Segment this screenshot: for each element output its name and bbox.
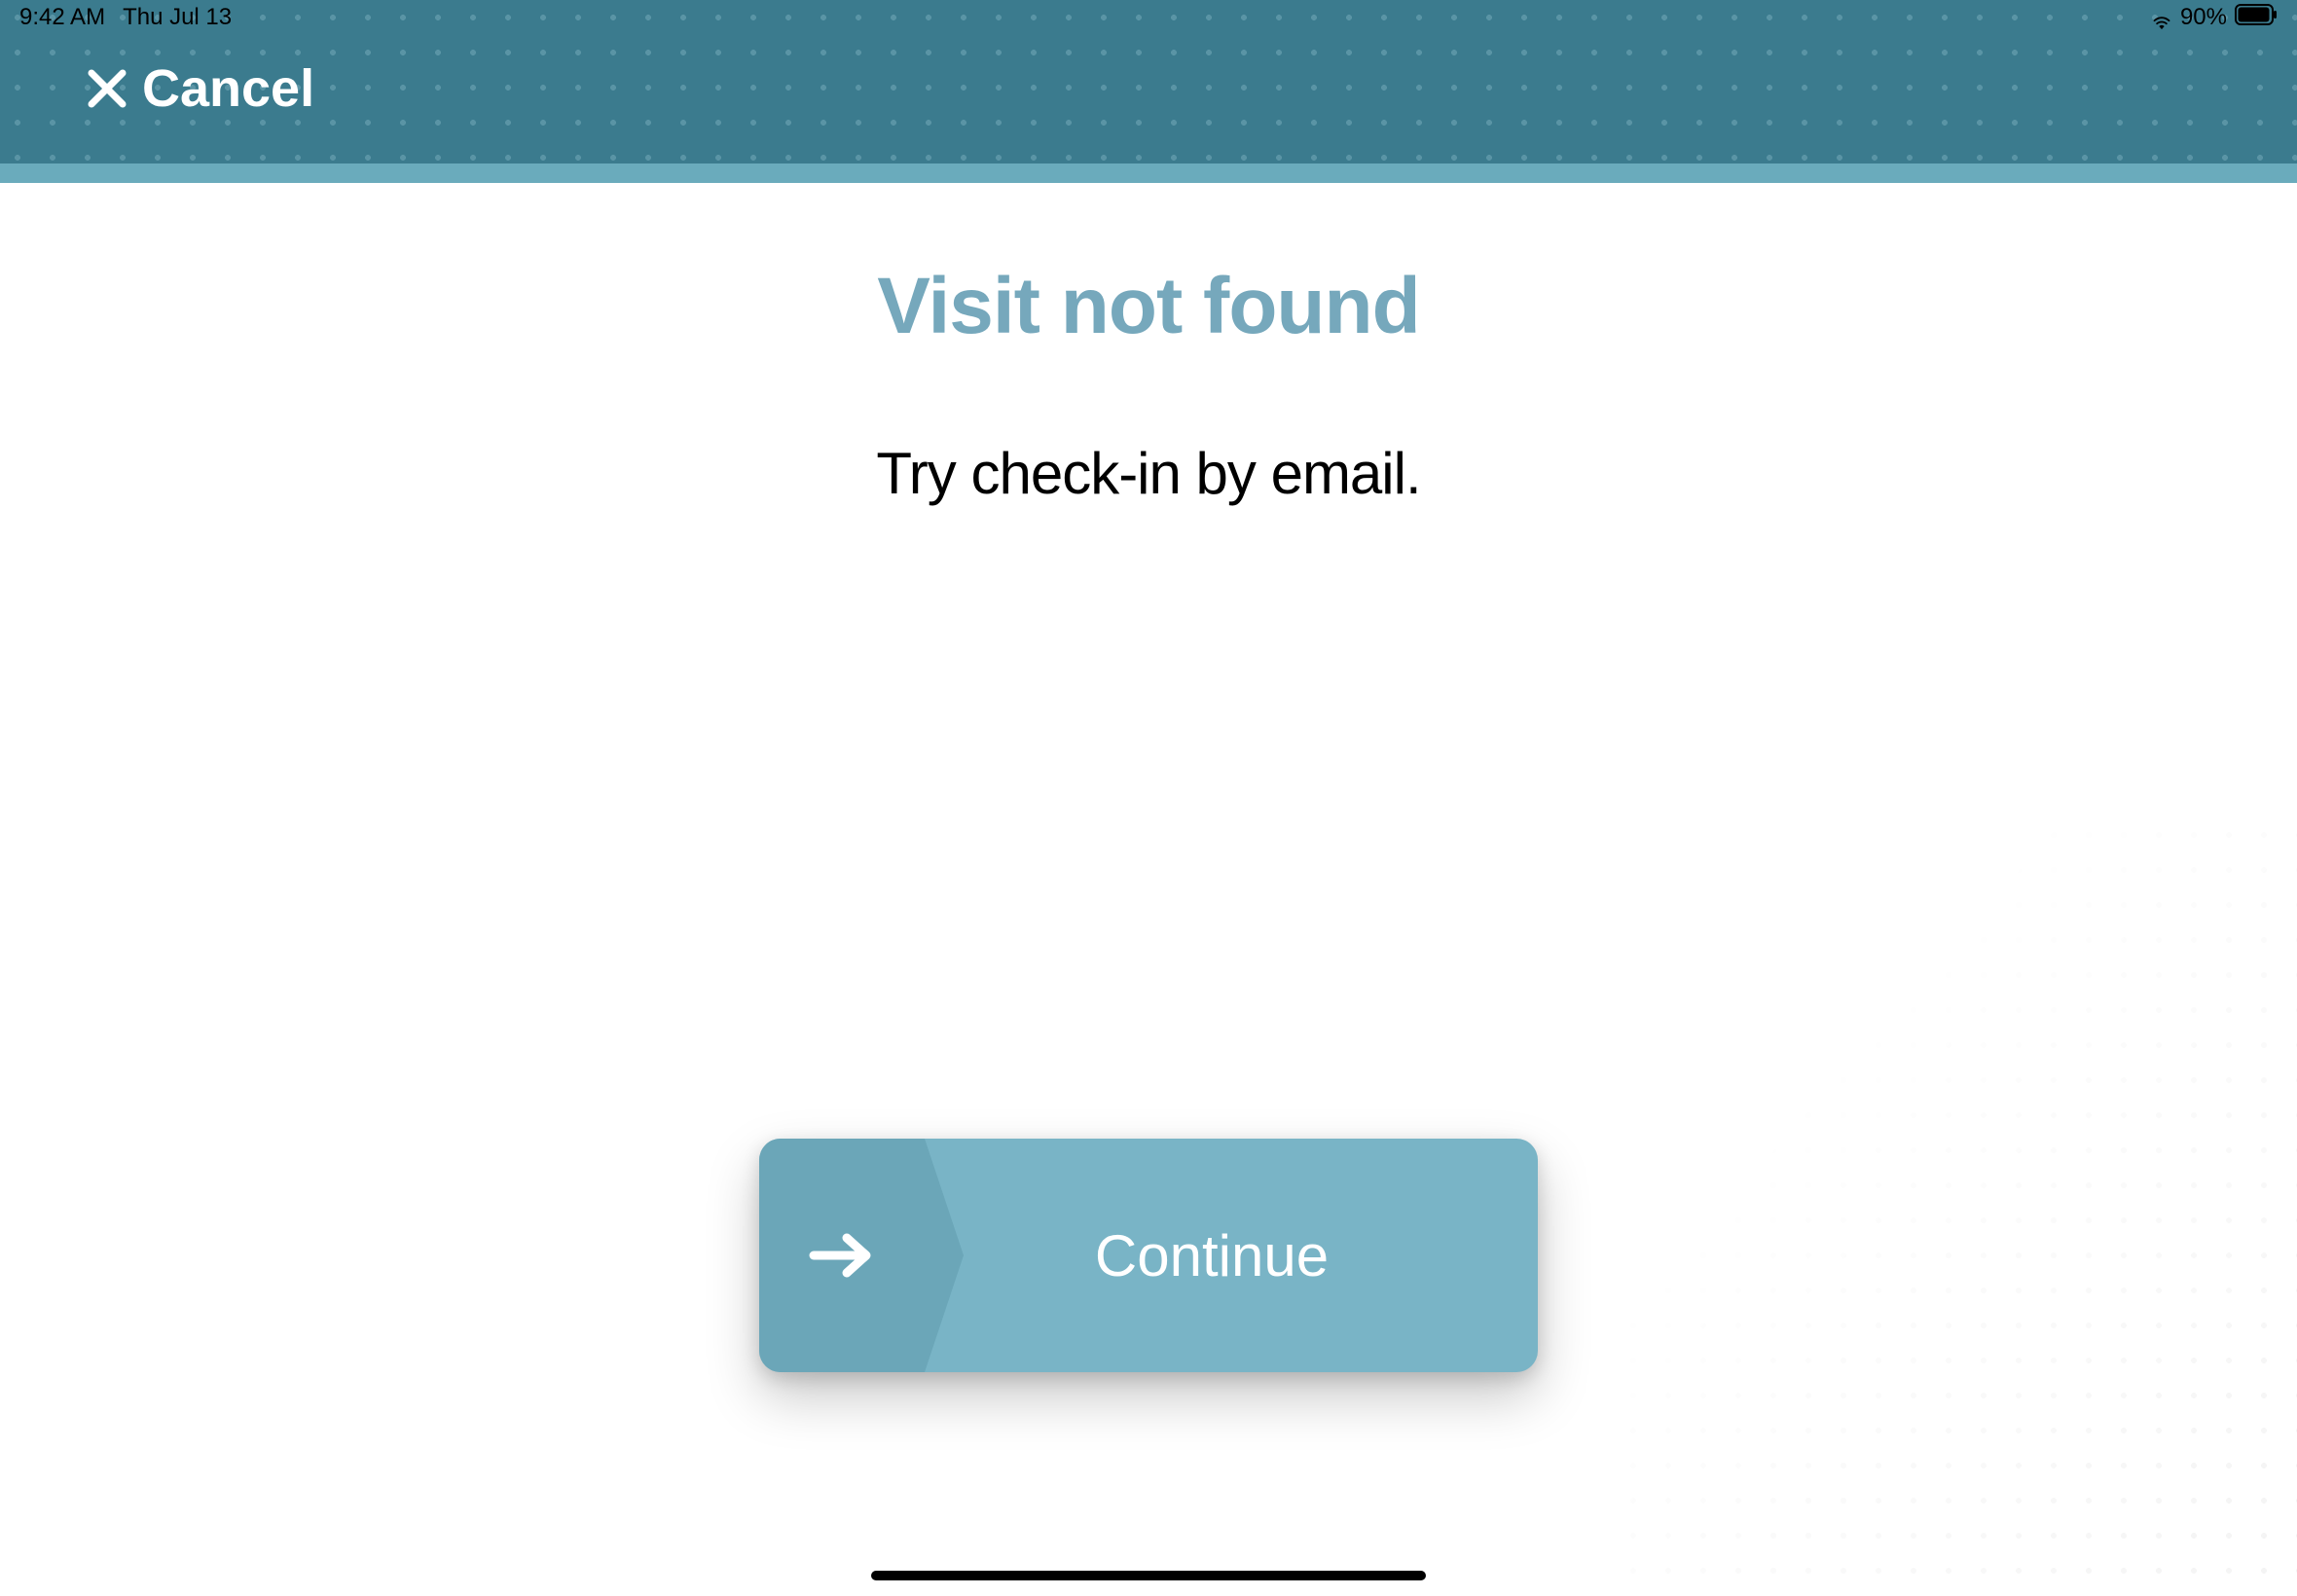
close-icon [88, 69, 127, 108]
cancel-button[interactable]: Cancel [88, 58, 314, 119]
wifi-icon [2151, 10, 2172, 25]
page-subtitle: Try check-in by email. [876, 440, 1420, 507]
status-bar: 9:42 AM Thu Jul 13 90% [0, 0, 2297, 35]
main-content: Visit not found Try check-in by email. [0, 183, 2297, 1596]
status-date: Thu Jul 13 [123, 4, 232, 31]
continue-button-arrow-area [759, 1139, 925, 1372]
header-accent-bar [0, 163, 2297, 183]
status-time: 9:42 AM [19, 4, 105, 31]
cancel-label: Cancel [142, 58, 314, 119]
continue-button[interactable]: Continue [759, 1139, 1538, 1372]
home-indicator[interactable] [871, 1571, 1426, 1580]
battery-percent: 90% [2180, 4, 2227, 31]
continue-label: Continue [925, 1222, 1538, 1289]
arrow-right-icon [808, 1230, 876, 1281]
page-title: Visit not found [877, 261, 1419, 352]
battery-icon [2235, 4, 2278, 32]
